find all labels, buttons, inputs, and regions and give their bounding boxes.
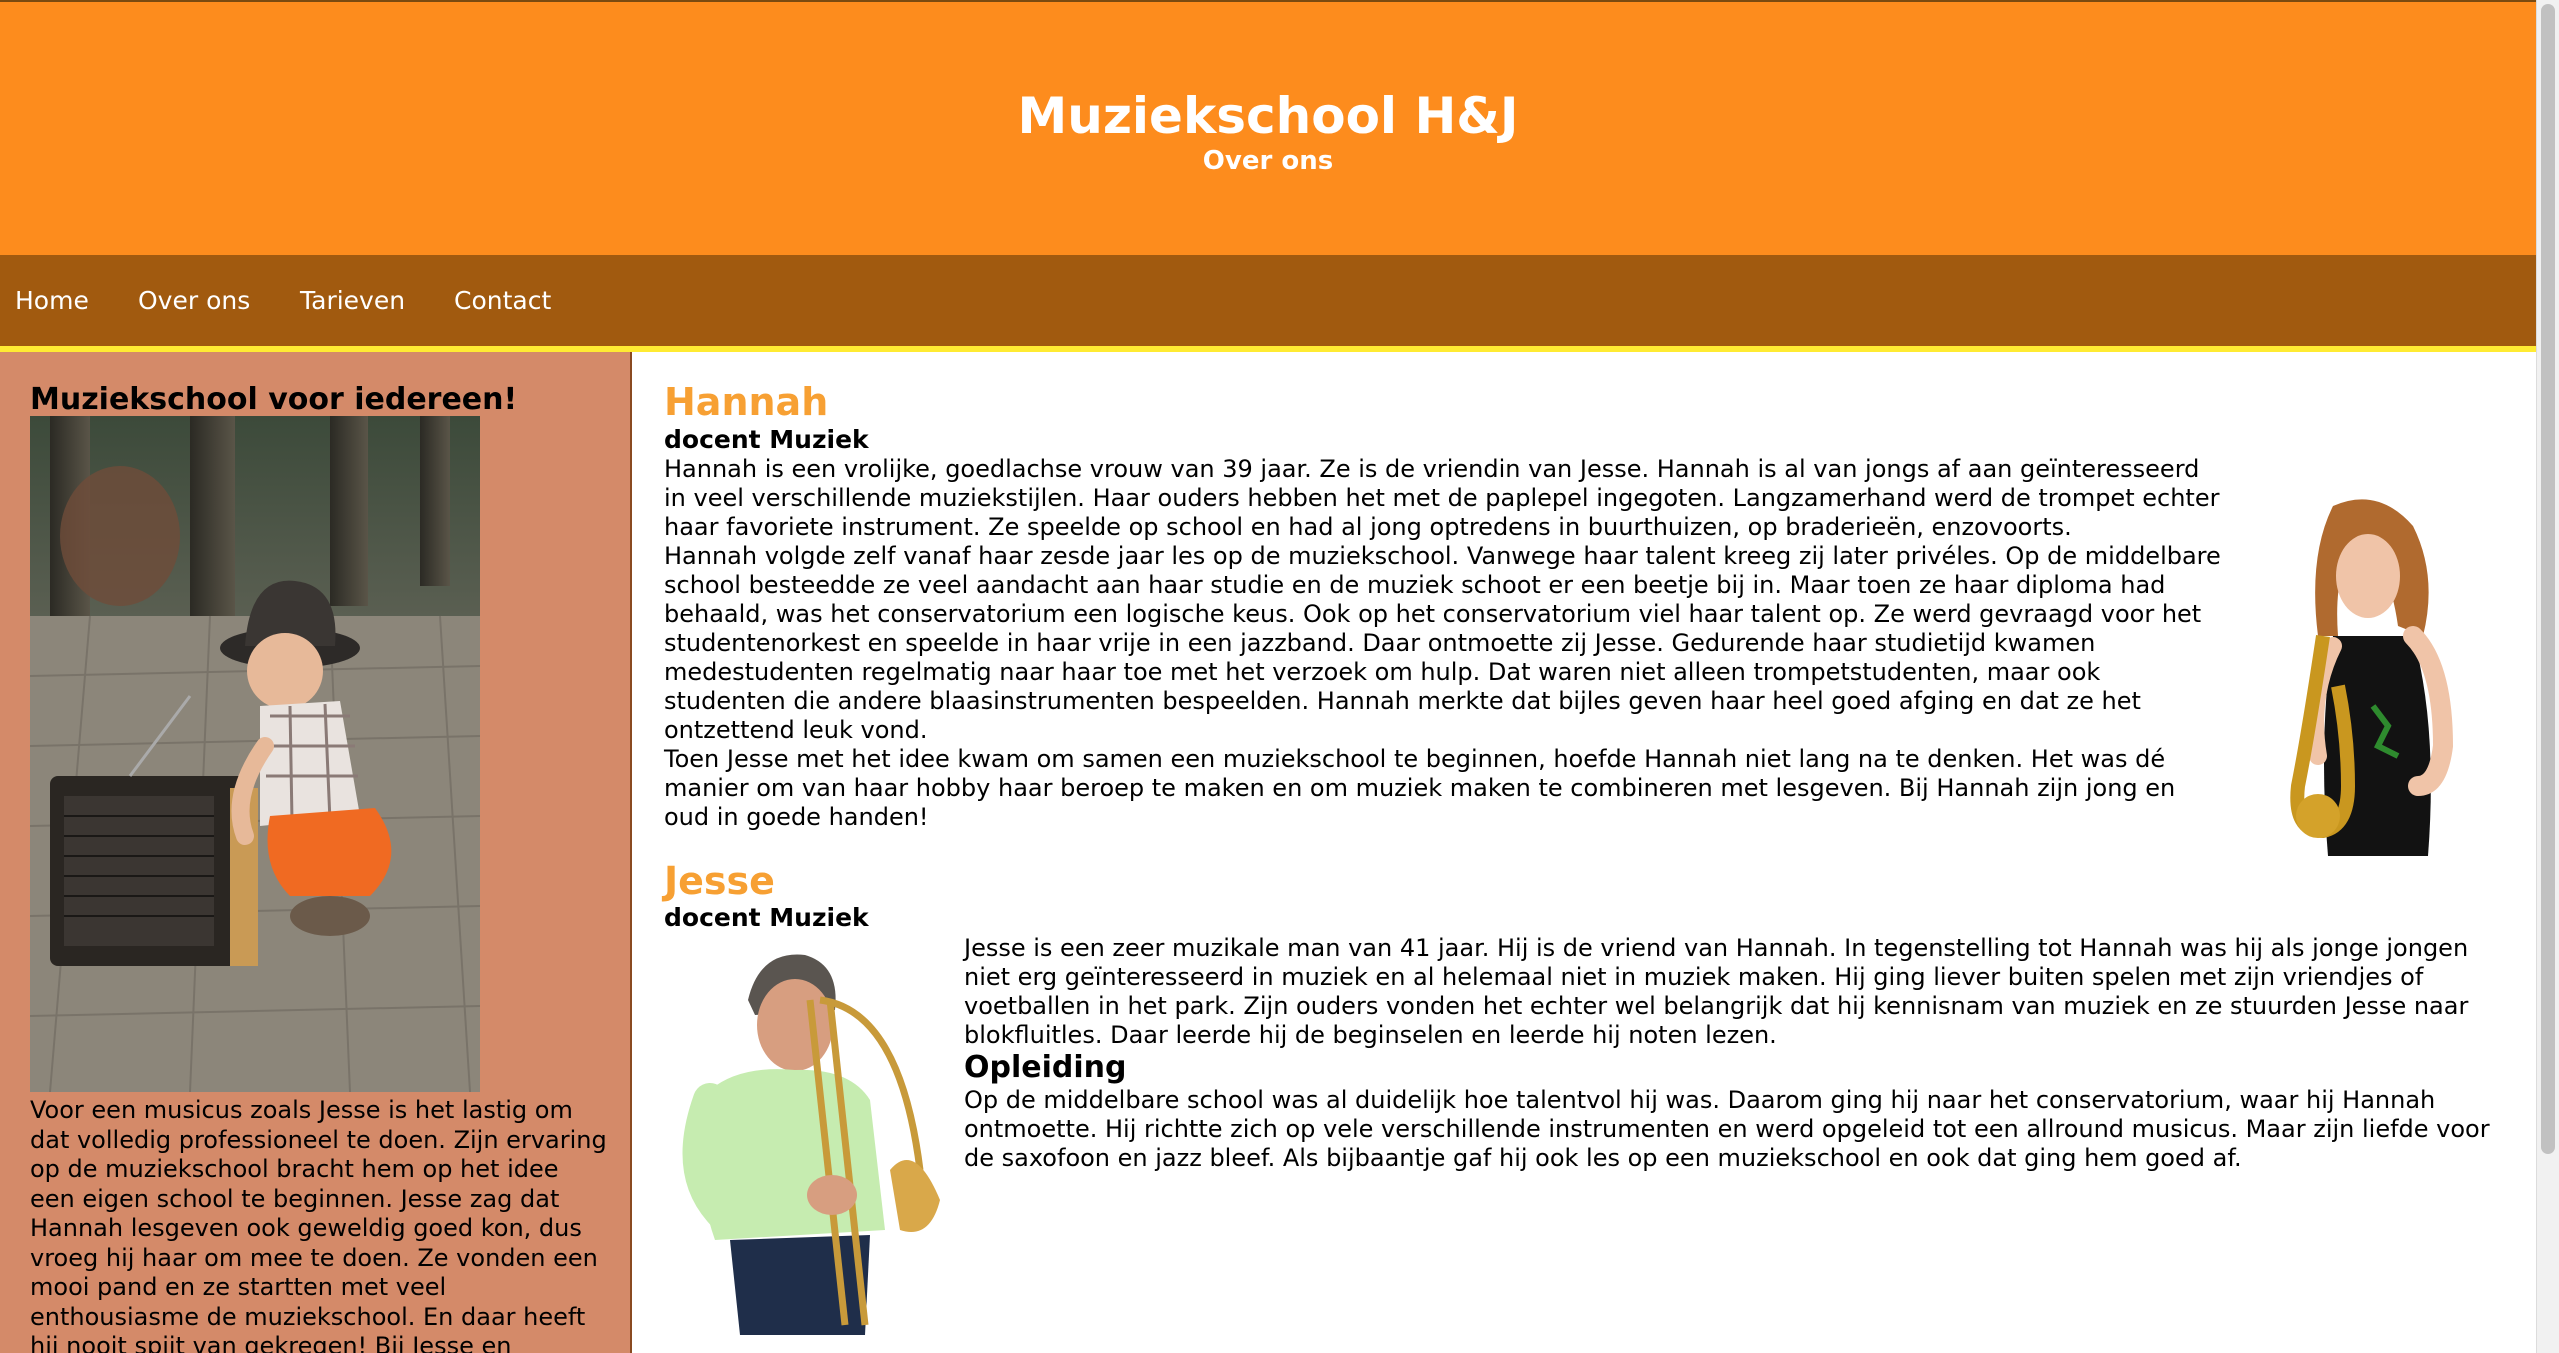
jesse-trombone-photo	[670, 940, 950, 1335]
main-nav: Home Over ons Tarieven Contact	[0, 255, 2536, 352]
hannah-paragraph: Hannah is een vrolijke, goedlachse vrouw…	[664, 455, 2220, 541]
hannah-saxophone-photo	[2238, 486, 2478, 856]
page: Muziekschool H&J Over ons Home Over ons …	[0, 0, 2559, 1353]
page-subtitle: Over ons	[1202, 146, 1334, 176]
hannah-name: Hannah	[664, 380, 829, 424]
jesse-bio: Jesse is een zeer muzikale man van 41 ja…	[964, 934, 2504, 1173]
nav-item-over-ons[interactable]: Over ons	[138, 255, 250, 346]
site-title: Muziekschool H&J	[1017, 87, 1519, 145]
sidebar: Muziekschool voor iedereen! Voor een mus…	[0, 352, 632, 1353]
nav-item-contact[interactable]: Contact	[454, 255, 551, 346]
site-header: Muziekschool H&J Over ons	[0, 0, 2536, 255]
hannah-paragraph: Hannah volgde zelf vanaf haar zesde jaar…	[664, 542, 2221, 744]
child-with-radio-image	[30, 416, 480, 1092]
jesse-role: docent Muziek	[664, 903, 869, 932]
opleiding-text: Op de middelbare school was al duidelijk…	[964, 1086, 2490, 1172]
jesse-intro: Jesse is een zeer muzikale man van 41 ja…	[964, 934, 2469, 1049]
scrollbar-thumb[interactable]	[2541, 4, 2555, 1154]
nav-item-home[interactable]: Home	[15, 255, 89, 346]
hannah-paragraph: Toen Jesse met het idee kwam om samen ee…	[664, 745, 2176, 831]
jesse-name: Jesse	[664, 859, 775, 903]
sidebar-heading: Muziekschool voor iedereen!	[30, 382, 518, 417]
nav-item-tarieven[interactable]: Tarieven	[300, 255, 405, 346]
hannah-role: docent Muziek	[664, 425, 869, 454]
hannah-bio: Hannah is een vrolijke, goedlachse vrouw…	[664, 455, 2224, 832]
page-scrollbar[interactable]	[2536, 0, 2559, 1353]
main-area: Muziekschool H&J Over ons Home Over ons …	[0, 0, 2536, 1353]
sidebar-text: Voor een musicus zoals Jesse is het last…	[30, 1096, 607, 1353]
opleiding-heading: Opleiding	[964, 1050, 1127, 1085]
